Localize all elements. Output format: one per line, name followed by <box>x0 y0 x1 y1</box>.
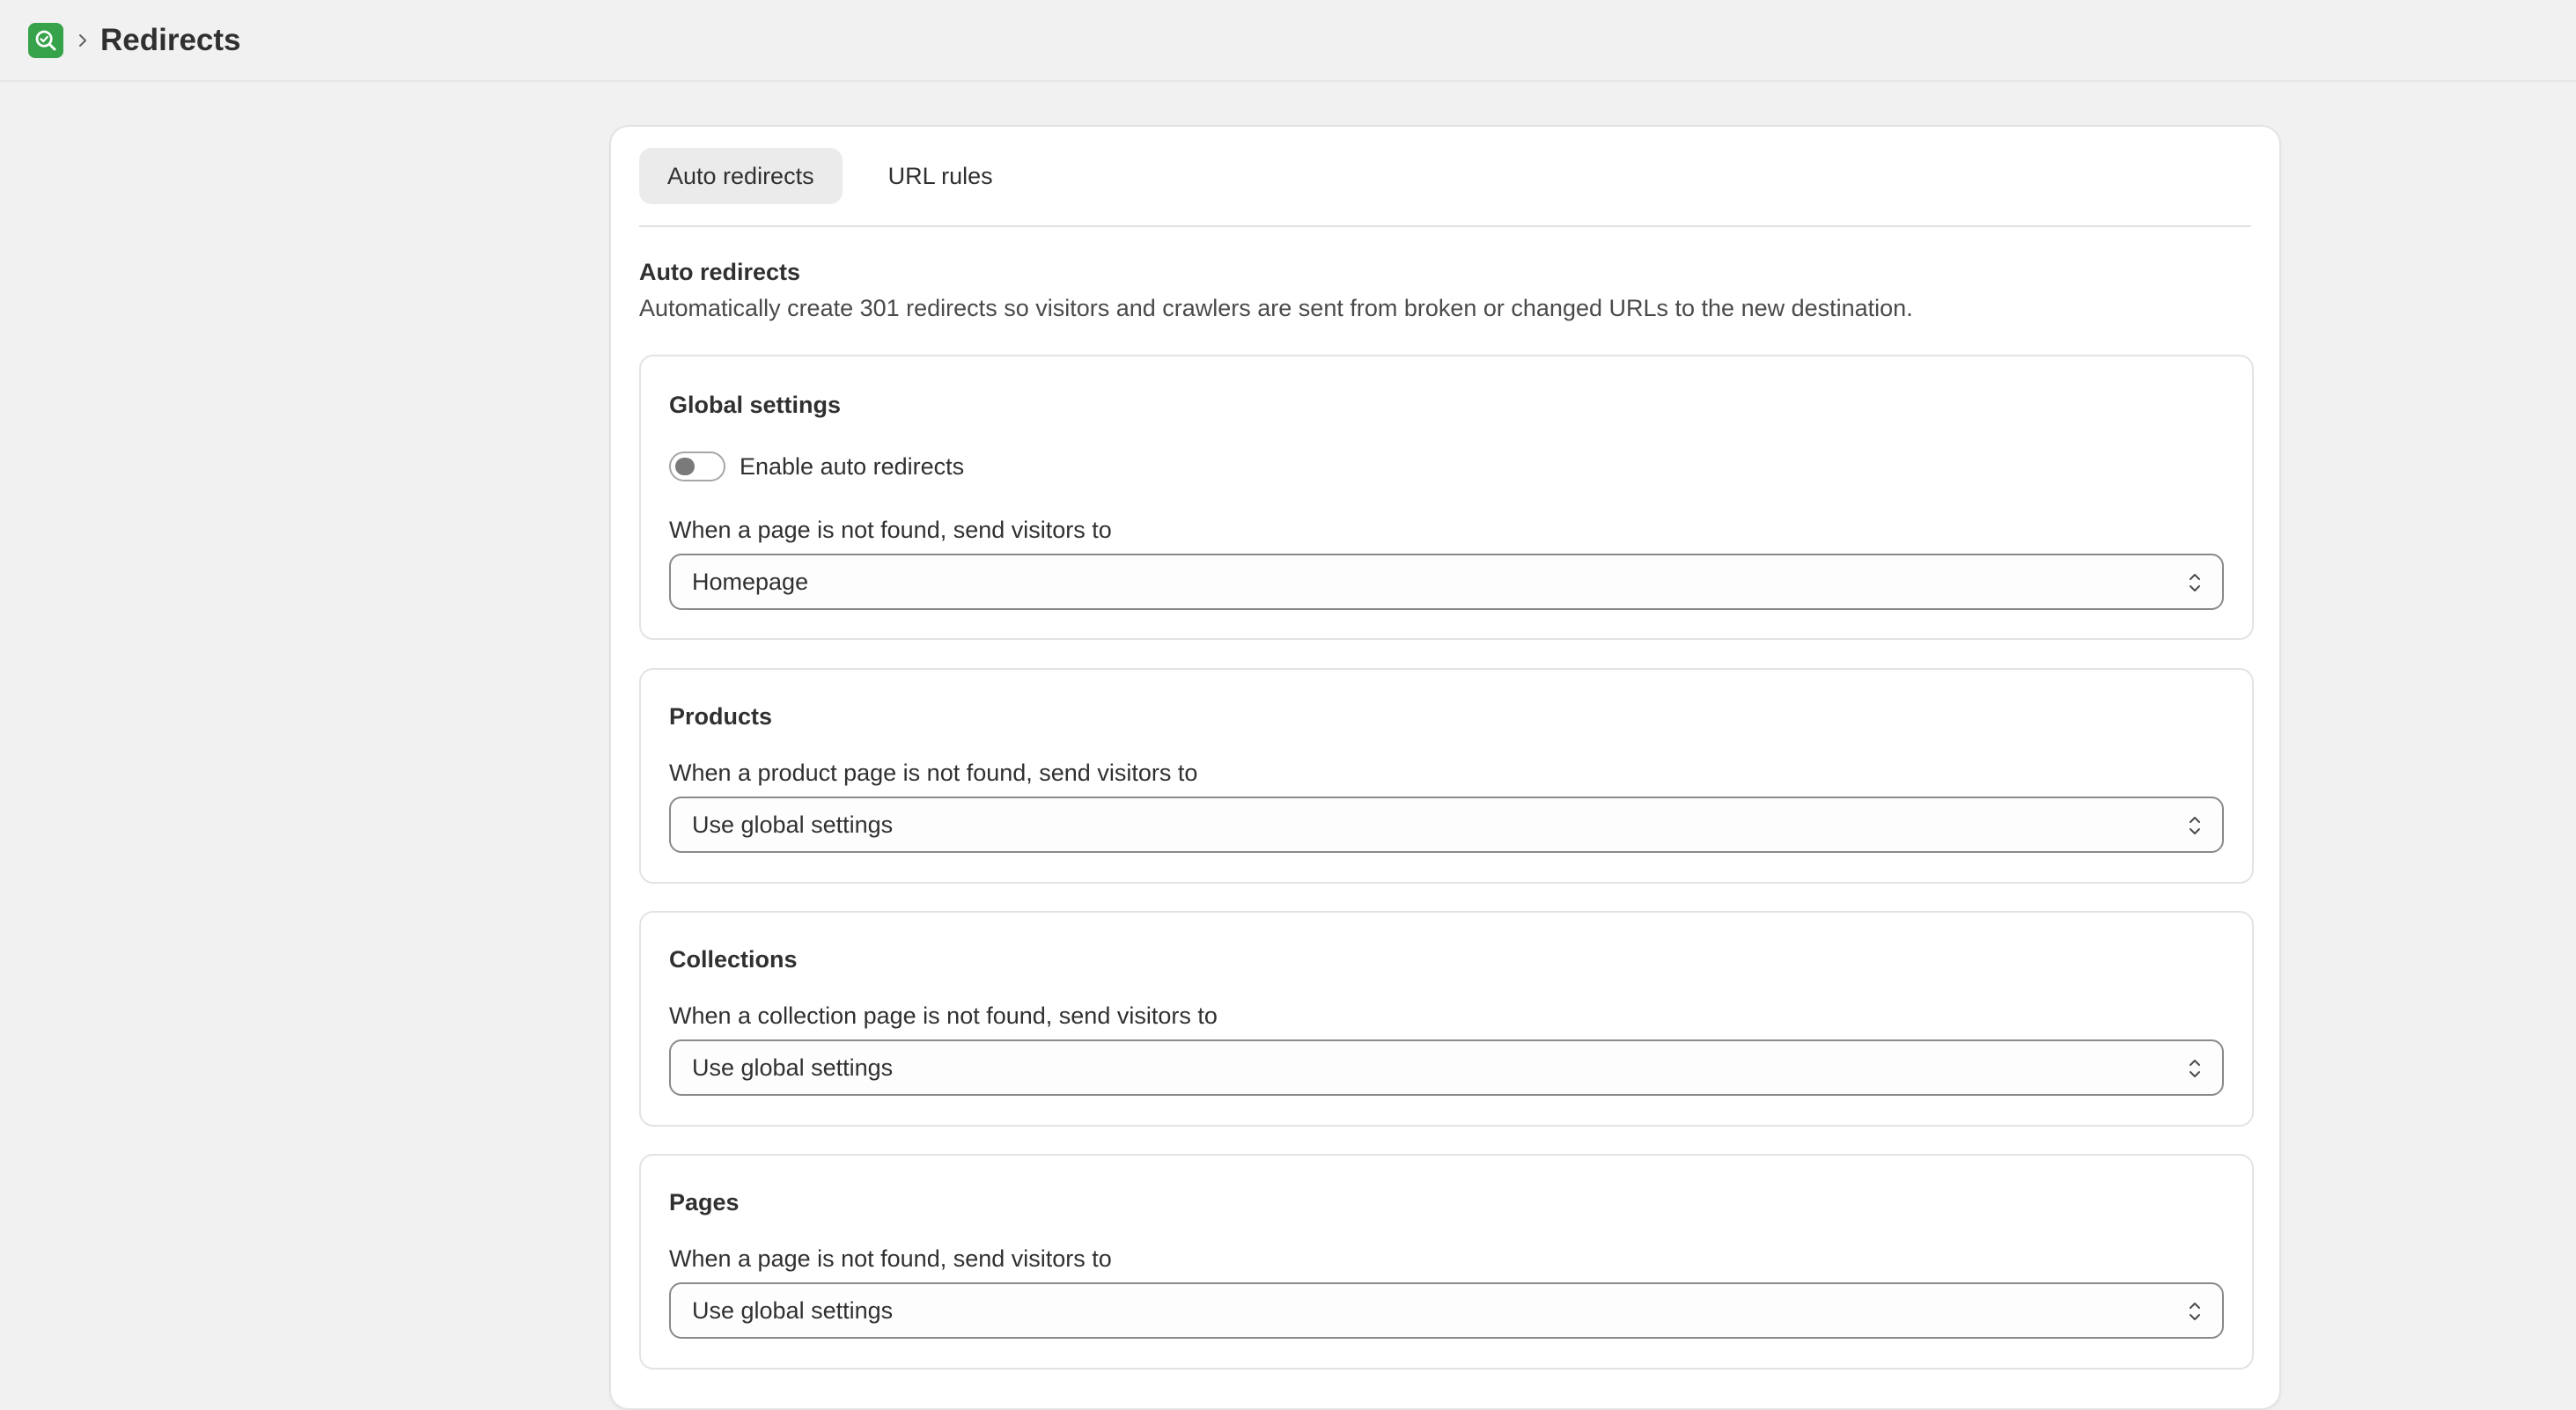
tab-auto-redirects[interactable]: Auto redirects <box>639 148 843 204</box>
products-title: Products <box>669 703 773 730</box>
select-chevrons-icon <box>2187 1057 2203 1086</box>
tabs-divider <box>639 225 2251 227</box>
collections-title: Collections <box>669 946 798 973</box>
collection-not-found-value: Use global settings <box>692 1054 894 1081</box>
global-not-found-label: When a page is not found, send visitors … <box>669 517 1112 543</box>
product-not-found-label: When a product page is not found, send v… <box>669 760 1198 786</box>
section-heading: Auto redirects <box>639 259 801 285</box>
collection-not-found-label: When a collection page is not found, sen… <box>669 1002 1218 1029</box>
select-chevrons-icon <box>2187 571 2203 600</box>
page-not-found-label: When a page is not found, send visitors … <box>669 1245 1112 1272</box>
top-bar: Redirects <box>0 0 2576 82</box>
select-chevrons-icon <box>2187 814 2203 843</box>
page-not-found-value: Use global settings <box>692 1296 894 1324</box>
page-not-found-select[interactable]: Use global settings <box>669 1282 2224 1339</box>
global-settings-title: Global settings <box>669 392 842 418</box>
enable-auto-redirects-toggle[interactable] <box>669 452 725 481</box>
pages-title: Pages <box>669 1189 740 1215</box>
product-not-found-value: Use global settings <box>692 811 894 838</box>
products-card: Products When a product page is not foun… <box>639 668 2254 884</box>
app-logo-icon[interactable] <box>28 22 63 58</box>
chevron-right-icon <box>77 32 88 49</box>
tab-url-rules[interactable]: URL rules <box>860 148 1021 204</box>
collections-card: Collections When a collection page is no… <box>639 911 2254 1127</box>
global-not-found-value: Homepage <box>692 568 809 595</box>
pages-card: Pages When a page is not found, send vis… <box>639 1154 2254 1370</box>
enable-auto-redirects-row: Enable auto redirects <box>669 452 964 481</box>
auto-redirects-card: Auto redirects URL rules Auto redirects … <box>609 125 2281 1410</box>
product-not-found-select[interactable]: Use global settings <box>669 797 2224 853</box>
collection-not-found-select[interactable]: Use global settings <box>669 1039 2224 1096</box>
select-chevrons-icon <box>2187 1300 2203 1329</box>
global-settings-card: Global settings Enable auto redirects Wh… <box>639 355 2254 640</box>
section-description: Automatically create 301 redirects so vi… <box>639 295 1913 321</box>
enable-auto-redirects-label: Enable auto redirects <box>740 452 965 480</box>
global-not-found-select[interactable]: Homepage <box>669 554 2224 610</box>
toggle-knob <box>675 458 695 475</box>
page-title: Redirects <box>100 22 241 57</box>
tab-bar: Auto redirects URL rules <box>639 148 1021 204</box>
